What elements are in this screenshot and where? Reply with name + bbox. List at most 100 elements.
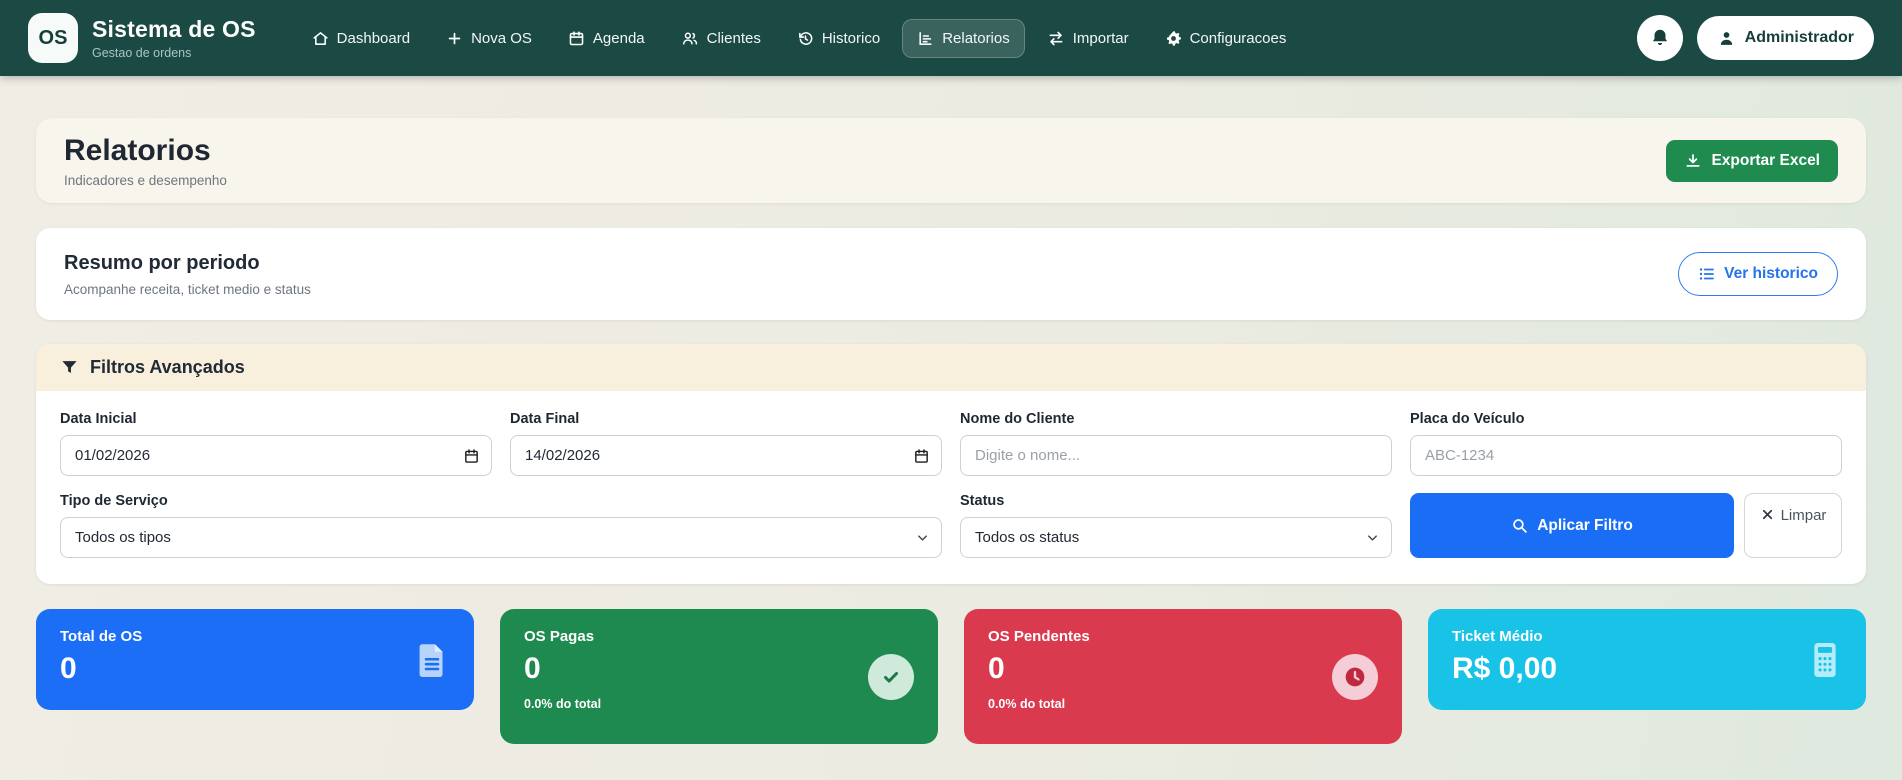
view-history-button[interactable]: Ver historico (1678, 252, 1838, 296)
user-menu-button[interactable]: Administrador (1696, 16, 1874, 60)
app-header: OS Sistema de OS Gestao de ordens Dashbo… (0, 0, 1902, 76)
data-final-label: Data Final (510, 411, 580, 427)
field-placa-veiculo: Placa do Veículo (1410, 411, 1842, 476)
export-excel-button[interactable]: Exportar Excel (1666, 139, 1838, 182)
nome-cliente-label: Nome do Cliente (960, 411, 1075, 427)
stat-value: 0 (60, 652, 77, 685)
field-status: Status Todos os status (960, 493, 1392, 558)
home-icon (312, 30, 329, 47)
nav-item-historico[interactable]: Historico (783, 20, 894, 57)
data-final-input[interactable] (510, 435, 942, 476)
export-excel-label: Exportar Excel (1711, 151, 1820, 169)
nav-label: Relatorios (942, 29, 1010, 47)
nav-item-clientes[interactable]: Clientes (667, 20, 775, 57)
data-inicial-label: Data Inicial (60, 411, 137, 427)
tipo-servico-select[interactable]: Todos os tipos (60, 517, 942, 558)
funnel-icon (60, 358, 79, 377)
field-tipo-servico: Tipo de Serviço Todos os tipos (60, 493, 942, 558)
stat-title: OS Pendentes (988, 628, 1090, 645)
nav-label: Importar (1072, 29, 1129, 47)
data-inicial-input[interactable] (60, 435, 492, 476)
stat-subtitle: 0.0% do total (988, 697, 1066, 711)
view-history-label: Ver historico (1724, 265, 1818, 282)
tipo-servico-label: Tipo de Serviço (60, 493, 168, 509)
summary-text: Resumo por periodo Acompanhe receita, ti… (64, 252, 311, 297)
nav-label: Configuracoes (1189, 29, 1287, 47)
clear-filter-label: Limpar (1780, 507, 1827, 524)
stat-card-ticket-medio: Ticket Médio R$ 0,00 (1428, 609, 1866, 710)
stat-title: OS Pagas (524, 628, 595, 645)
app-subtitle: Gestao de ordens (92, 46, 192, 60)
x-icon (1760, 507, 1775, 522)
stat-title: Total de OS (60, 628, 143, 645)
document-icon (414, 640, 450, 680)
nav-item-importar[interactable]: Importar (1033, 20, 1143, 57)
nome-cliente-input[interactable] (960, 435, 1392, 476)
filters-title: Filtros Avançados (90, 357, 245, 377)
apply-filter-button[interactable]: Aplicar Filtro (1410, 493, 1734, 558)
app-logo: OS (28, 13, 78, 63)
user-name: Administrador (1744, 29, 1854, 46)
field-data-final: Data Final (510, 411, 942, 476)
apply-filter-label: Aplicar Filtro (1537, 516, 1633, 534)
filters-form: Data Inicial Data Final Nome (36, 391, 1866, 584)
notifications-button[interactable] (1636, 15, 1683, 61)
stat-card-os-pagas: OS Pagas 0 0.0% do total (500, 609, 938, 744)
list-icon (1698, 265, 1716, 283)
filters-actions: Aplicar Filtro Limpar (1410, 493, 1842, 558)
stat-card-total-os: Total de OS 0 (36, 609, 474, 710)
stat-title: Ticket Médio (1452, 628, 1543, 645)
page-header-text: Relatorios Indicadores e desempenho (64, 134, 227, 188)
main-nav: Dashboard Nova OS Agenda Clientes Histor… (298, 18, 1301, 58)
nav-item-dashboard[interactable]: Dashboard (298, 20, 424, 57)
plus-icon (446, 30, 463, 47)
filters-header: Filtros Avançados (36, 344, 1866, 391)
main-content: Relatorios Indicadores e desempenho Expo… (0, 76, 1902, 744)
nav-item-agenda[interactable]: Agenda (554, 20, 659, 57)
stat-subtitle: 0.0% do total (524, 697, 602, 711)
nav-label: Dashboard (336, 29, 411, 47)
field-data-inicial: Data Inicial (60, 411, 492, 476)
download-icon (1684, 152, 1702, 170)
check-circle-icon (868, 653, 914, 700)
stat-value: 0 (988, 652, 1005, 685)
page-header-card: Relatorios Indicadores e desempenho Expo… (36, 118, 1866, 203)
placa-veiculo-input[interactable] (1410, 435, 1842, 476)
clock-icon (1332, 653, 1378, 700)
nav-label: Nova OS (471, 29, 532, 47)
nav-item-nova-os[interactable]: Nova OS (432, 20, 546, 57)
stat-card-os-pendentes: OS Pendentes 0 0.0% do total (964, 609, 1402, 744)
header-right: Administrador (1636, 15, 1874, 61)
field-nome-cliente: Nome do Cliente (960, 411, 1392, 476)
calendar-icon (568, 30, 585, 47)
page-title: Relatorios (64, 133, 211, 167)
gear-icon (1165, 30, 1182, 47)
stat-value: 0 (524, 652, 541, 685)
status-label: Status (960, 493, 1005, 509)
users-icon (681, 30, 699, 47)
page-subtitle: Indicadores e desempenho (64, 172, 227, 188)
stat-value: R$ 0,00 (1452, 652, 1558, 685)
search-icon (1511, 517, 1528, 534)
summary-title: Resumo por periodo (64, 251, 260, 274)
placa-veiculo-label: Placa do Veículo (1410, 411, 1525, 427)
transfer-icon (1047, 30, 1065, 47)
clear-filter-button[interactable]: Limpar (1744, 493, 1842, 558)
history-icon (797, 30, 814, 47)
chart-icon (917, 30, 934, 47)
nav-item-relatorios[interactable]: Relatorios (902, 18, 1025, 58)
nav-label: Clientes (706, 29, 761, 47)
stats-row: Total de OS 0 OS Pagas 0 0.0% do total O… (36, 609, 1866, 744)
summary-card: Resumo por periodo Acompanhe receita, ti… (36, 228, 1866, 320)
nav-label: Agenda (592, 29, 645, 47)
summary-subtitle: Acompanhe receita, ticket medio e status (64, 281, 311, 297)
nav-item-configuracoes[interactable]: Configuracoes (1151, 20, 1301, 57)
calculator-icon (1808, 640, 1842, 680)
filters-card: Filtros Avançados Data Inicial Data Fina… (36, 344, 1866, 584)
brand-text: Sistema de OS Gestao de ordens (92, 16, 256, 60)
status-select[interactable]: Todos os status (960, 517, 1392, 558)
nav-label: Historico (821, 29, 881, 47)
app-title: Sistema de OS (92, 16, 256, 42)
person-icon (1717, 29, 1736, 48)
bell-icon (1649, 27, 1671, 49)
